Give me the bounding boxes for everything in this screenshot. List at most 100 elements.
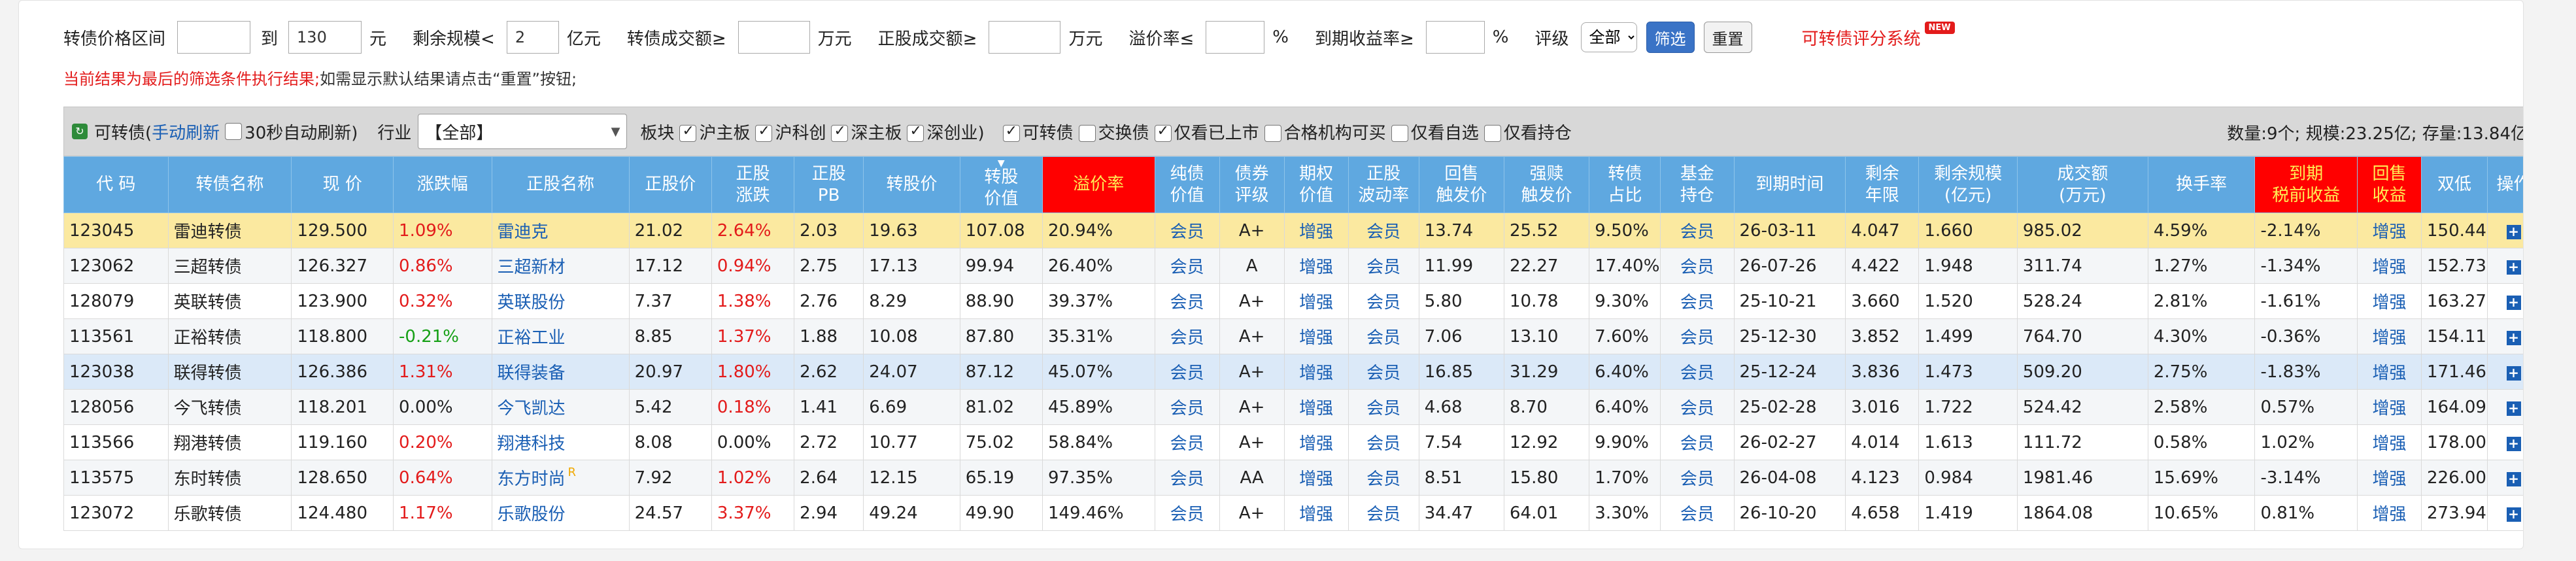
cell-col-11[interactable]: 会员 <box>1154 389 1220 425</box>
cell-col-14[interactable]: 会员 <box>1347 460 1419 496</box>
table-row[interactable]: 113561 正裕转债 118.800 -0.21% 正裕工业 8.85 1.37% 1.88… <box>63 318 2523 354</box>
plus-icon[interactable]: + <box>2506 224 2521 239</box>
cell-col-4[interactable]: 乐歌股份 <box>491 495 630 531</box>
premium-input[interactable] <box>1206 21 1265 54</box>
board-checkbox-3[interactable] <box>907 123 924 142</box>
cell-col-14[interactable]: 会员 <box>1347 424 1419 460</box>
table-row[interactable]: 128079 英联转债 123.900 0.32% 英联股份 7.37 1.38% 2.76 8… <box>63 283 2523 319</box>
plus-icon[interactable]: + <box>2506 436 2521 451</box>
cell-col-18[interactable]: 会员 <box>1660 318 1735 354</box>
column-header-2[interactable]: 现 价 <box>291 156 394 213</box>
plus-icon[interactable]: + <box>2506 471 2521 486</box>
plus-icon[interactable]: + <box>2506 366 2521 381</box>
column-header-8[interactable]: 转股价 <box>863 156 960 213</box>
cell-col-18[interactable]: 会员 <box>1660 248 1735 284</box>
option-checkbox-2[interactable] <box>1154 123 1172 142</box>
cell-col-13[interactable]: 增强 <box>1283 318 1349 354</box>
cell-col-14[interactable]: 会员 <box>1347 354 1419 390</box>
cell-col-25[interactable]: 增强 <box>2357 354 2422 390</box>
cell-col-4[interactable]: 东方时尚 R <box>491 460 630 496</box>
plus-icon[interactable]: + <box>2506 295 2521 310</box>
filter-button[interactable]: 筛选 <box>1646 22 1695 53</box>
manual-refresh-link[interactable]: 手动刷新 <box>152 120 220 144</box>
price-max-input[interactable] <box>288 21 362 54</box>
cell-col-4[interactable]: 英联股份 <box>491 283 630 319</box>
cell-col-4[interactable]: 雷迪克 <box>491 212 630 248</box>
cell-col-18[interactable]: 会员 <box>1660 212 1735 248</box>
cell-col-13[interactable]: 增强 <box>1283 212 1349 248</box>
cell-col-18[interactable]: 会员 <box>1660 495 1735 531</box>
board-checkbox-0[interactable] <box>679 123 697 142</box>
column-header-21[interactable]: 剩余规模 (亿元) <box>1918 156 2018 213</box>
ytm-input[interactable] <box>1425 21 1485 54</box>
cell-col-25[interactable]: 增强 <box>2357 424 2422 460</box>
cell-col-18[interactable]: 会员 <box>1660 283 1735 319</box>
cell-col-18[interactable]: 会员 <box>1660 354 1735 390</box>
cell-action[interactable]: + <box>2487 248 2523 284</box>
cell-col-18[interactable]: 会员 <box>1660 460 1735 496</box>
table-row[interactable]: 113566 翔港转债 119.160 0.20% 翔港科技 8.08 0.00% 2.72 1… <box>63 424 2523 460</box>
score-system-link[interactable]: 可转债评分系统NEW <box>1802 21 1955 50</box>
cell-col-13[interactable]: 增强 <box>1283 283 1349 319</box>
cell-col-25[interactable]: 增强 <box>2357 248 2422 284</box>
column-header-1[interactable]: 转债名称 <box>167 156 292 213</box>
plus-icon[interactable]: + <box>2506 507 2521 522</box>
table-row[interactable]: 123072 乐歌转债 124.480 1.17% 乐歌股份 24.57 3.37% 2.94… <box>63 495 2523 531</box>
option-checkbox-1[interactable] <box>1078 125 1096 142</box>
cell-col-13[interactable]: 增强 <box>1283 354 1349 390</box>
table-row[interactable]: 123038 联得转债 126.386 1.31% 联得装备 20.97 1.80% 2.62… <box>63 354 2523 390</box>
column-header-15[interactable]: 回售 触发价 <box>1418 156 1504 213</box>
cell-col-25[interactable]: 增强 <box>2357 318 2422 354</box>
cell-action[interactable]: + <box>2487 212 2523 248</box>
cell-action[interactable]: + <box>2487 318 2523 354</box>
option-checkbox-4[interactable] <box>1391 125 1408 142</box>
board-checkbox-2[interactable] <box>831 123 849 142</box>
cell-col-11[interactable]: 会员 <box>1154 318 1220 354</box>
plus-icon[interactable]: + <box>2506 401 2521 416</box>
cell-col-13[interactable]: 增强 <box>1283 424 1349 460</box>
column-header-11[interactable]: 纯债 价值 <box>1154 156 1220 213</box>
cell-col-11[interactable]: 会员 <box>1154 354 1220 390</box>
cell-col-4[interactable]: 正裕工业 <box>491 318 630 354</box>
cell-action[interactable]: + <box>2487 283 2523 319</box>
cell-col-4[interactable]: 翔港科技 <box>491 424 630 460</box>
cell-col-14[interactable]: 会员 <box>1347 248 1419 284</box>
stock-amount-input[interactable] <box>989 21 1061 54</box>
column-header-27[interactable]: 操作 <box>2487 156 2523 213</box>
plus-icon[interactable]: + <box>2506 330 2521 345</box>
cell-col-13[interactable]: 增强 <box>1283 495 1349 531</box>
column-header-19[interactable]: 到期时间 <box>1733 156 1846 213</box>
column-header-12[interactable]: 债券 评级 <box>1219 156 1285 213</box>
cell-col-11[interactable]: 会员 <box>1154 283 1220 319</box>
industry-select[interactable]: 【全部】 ▼ <box>418 114 628 149</box>
plus-icon[interactable]: + <box>2506 260 2521 275</box>
column-header-9[interactable]: ▼ 转股 价值 <box>959 156 1043 213</box>
column-header-24[interactable]: 到期 税前收益 <box>2254 156 2358 213</box>
cell-col-11[interactable]: 会员 <box>1154 248 1220 284</box>
option-checkbox-5[interactable] <box>1483 125 1501 142</box>
cell-col-14[interactable]: 会员 <box>1347 318 1419 354</box>
table-row[interactable]: 113575 东时转债 128.650 0.64% 东方时尚 R 7.92 1.02% 2.64… <box>63 460 2523 496</box>
column-header-17[interactable]: 转债 占比 <box>1589 156 1661 213</box>
column-header-14[interactable]: 正股 波动率 <box>1347 156 1419 213</box>
cell-action[interactable]: + <box>2487 495 2523 531</box>
cell-col-14[interactable]: 会员 <box>1347 212 1419 248</box>
column-header-23[interactable]: 换手率 <box>2147 156 2256 213</box>
cell-col-11[interactable]: 会员 <box>1154 495 1220 531</box>
option-checkbox-0[interactable] <box>1002 123 1020 142</box>
cell-col-14[interactable]: 会员 <box>1347 283 1419 319</box>
scale-input[interactable] <box>506 21 559 54</box>
cell-col-14[interactable]: 会员 <box>1347 389 1419 425</box>
cell-action[interactable]: + <box>2487 460 2523 496</box>
cell-col-25[interactable]: 增强 <box>2357 389 2422 425</box>
cell-col-14[interactable]: 会员 <box>1347 495 1419 531</box>
cell-col-13[interactable]: 增强 <box>1283 389 1349 425</box>
cell-col-4[interactable]: 联得装备 <box>491 354 630 390</box>
column-header-16[interactable]: 强赎 触发价 <box>1503 156 1590 213</box>
option-checkbox-3[interactable] <box>1264 125 1281 142</box>
cell-col-11[interactable]: 会员 <box>1154 212 1220 248</box>
column-header-20[interactable]: 剩余 年限 <box>1845 156 1920 213</box>
column-header-22[interactable]: 成交额 (万元) <box>2016 156 2148 213</box>
reset-button[interactable]: 重置 <box>1703 22 1752 53</box>
cell-action[interactable]: + <box>2487 424 2523 460</box>
